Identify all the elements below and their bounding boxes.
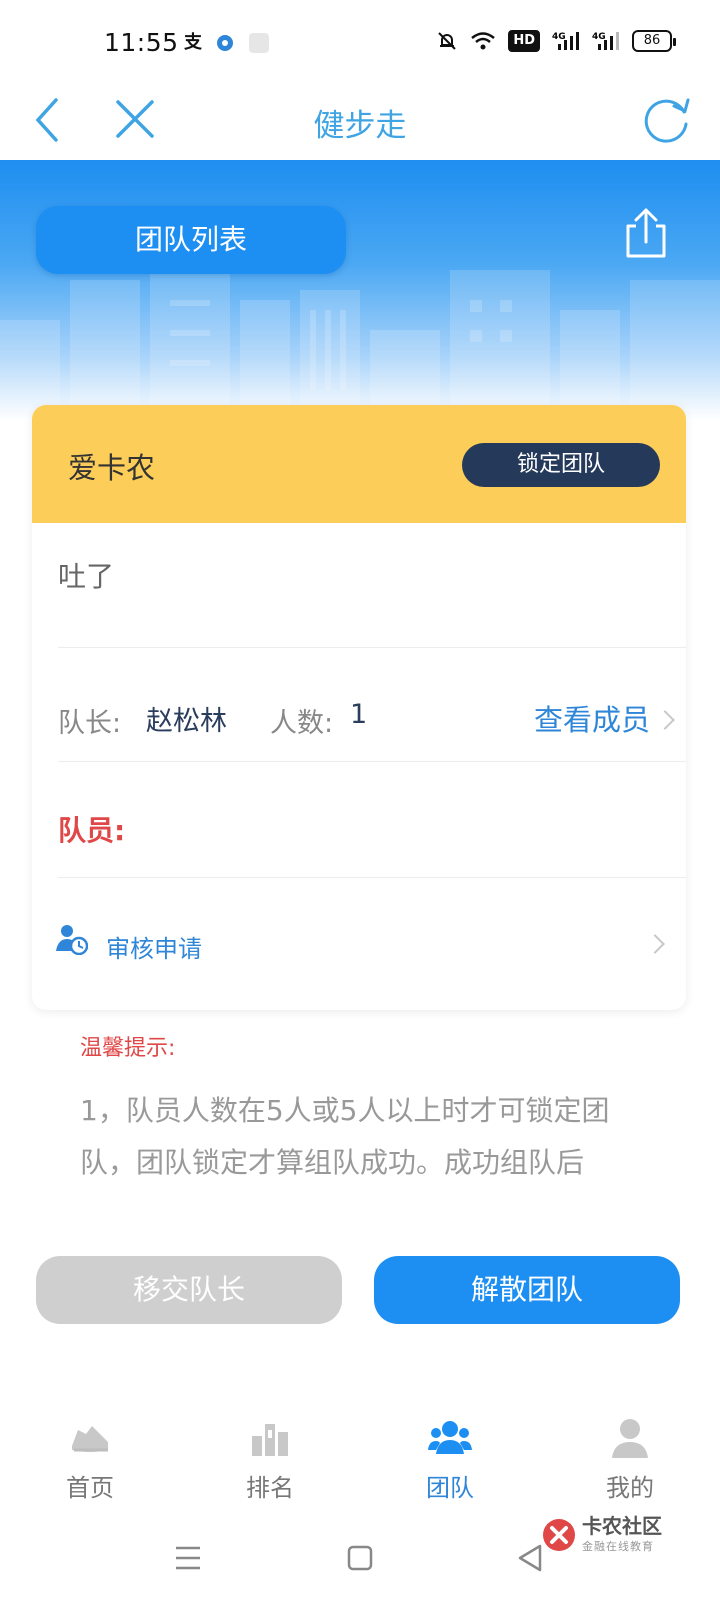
- tab-team-label: 团队: [426, 1474, 474, 1502]
- team-list-button[interactable]: 团队列表: [36, 206, 346, 274]
- team-card: 爱卡农 锁定团队 吐了 队长: 赵松林 人数: 1 查看成员 队员: 审核申请: [32, 405, 686, 1010]
- tips-body: 1，队员人数在5人或5人以上时才可锁定团队，团队锁定才算组队成功。成功组队后: [80, 1094, 610, 1179]
- status-right-icons: HD 4G 4G 86: [436, 30, 676, 52]
- hd-icon: HD: [508, 30, 540, 52]
- chevron-right-icon: [655, 710, 675, 730]
- review-applications-label: 审核申请: [106, 935, 202, 963]
- review-applications-row[interactable]: 审核申请: [32, 895, 686, 995]
- nav-bar: 健步走: [0, 88, 720, 160]
- member-count-value: 1: [350, 699, 368, 730]
- tab-mine[interactable]: 我的: [570, 1410, 690, 1514]
- status-left-icons: 支: [184, 30, 270, 56]
- home-square-icon[interactable]: [338, 1536, 382, 1580]
- bottom-tab-bar: 首页 排名 团队 我的: [0, 1410, 720, 1514]
- divider: [58, 647, 686, 648]
- watermark-title: 卡农社区: [582, 1514, 662, 1538]
- page-title: 健步走: [313, 108, 407, 144]
- svg-text:4G: 4G: [592, 32, 606, 42]
- view-members-link[interactable]: 查看成员: [534, 697, 650, 739]
- tips-title: 温馨提示:: [80, 1036, 176, 1061]
- app-square-icon: [249, 33, 269, 53]
- team-info-row: 队长: 赵松林 人数: 1 查看成员: [58, 695, 686, 745]
- tab-ranking[interactable]: 排名: [210, 1410, 330, 1514]
- menu-icon[interactable]: [166, 1536, 210, 1580]
- kanong-logo-icon: [543, 1519, 575, 1551]
- ranking-icon: [252, 1424, 288, 1456]
- signal-4g-icon: 4G: [592, 32, 619, 50]
- status-bar: 11:55 支 HD 4G 4G 86: [0, 0, 720, 88]
- transfer-leader-button[interactable]: 移交队长: [36, 1256, 342, 1324]
- tab-home-label: 首页: [66, 1474, 114, 1502]
- leader-label: 队长:: [58, 708, 122, 739]
- tab-home[interactable]: 首页: [30, 1410, 150, 1514]
- team-icon: [428, 1421, 472, 1454]
- hero-banner: 团队列表: [0, 160, 720, 420]
- refresh-icon[interactable]: [638, 92, 694, 148]
- dissolve-team-button[interactable]: 解散团队: [374, 1256, 680, 1324]
- divider: [58, 877, 686, 878]
- lock-team-button[interactable]: 锁定团队: [462, 443, 660, 487]
- team-card-header: 爱卡农 锁定团队: [32, 405, 686, 523]
- member-count-label: 人数:: [270, 708, 334, 739]
- chevron-right-icon: [645, 934, 665, 954]
- app-circle-icon: [217, 35, 233, 51]
- alipay-icon: 支: [184, 32, 202, 53]
- tab-ranking-label: 排名: [246, 1474, 294, 1502]
- tab-mine-label: 我的: [606, 1474, 654, 1502]
- wifi-icon: [471, 32, 496, 50]
- shoe-icon: [72, 1426, 108, 1452]
- leader-name: 赵松林: [146, 706, 227, 737]
- divider: [58, 761, 686, 762]
- team-slogan: 吐了: [58, 560, 115, 593]
- signal-4g-icon: 4G: [552, 32, 579, 50]
- tab-team[interactable]: 团队: [390, 1410, 510, 1514]
- mute-bell-icon: [438, 32, 457, 50]
- status-time: 11:55: [104, 28, 179, 57]
- watermark: 卡农社区 金融在线教育: [540, 1508, 700, 1568]
- battery-icon: 86: [632, 30, 676, 52]
- share-icon[interactable]: [622, 206, 670, 260]
- team-name: 爱卡农: [68, 451, 156, 485]
- user-icon: [612, 1419, 648, 1458]
- user-clock-icon: [56, 925, 88, 955]
- svg-text:4G: 4G: [552, 32, 566, 42]
- members-label: 队员:: [58, 814, 126, 847]
- watermark-subtitle: 金融在线教育: [582, 1540, 654, 1553]
